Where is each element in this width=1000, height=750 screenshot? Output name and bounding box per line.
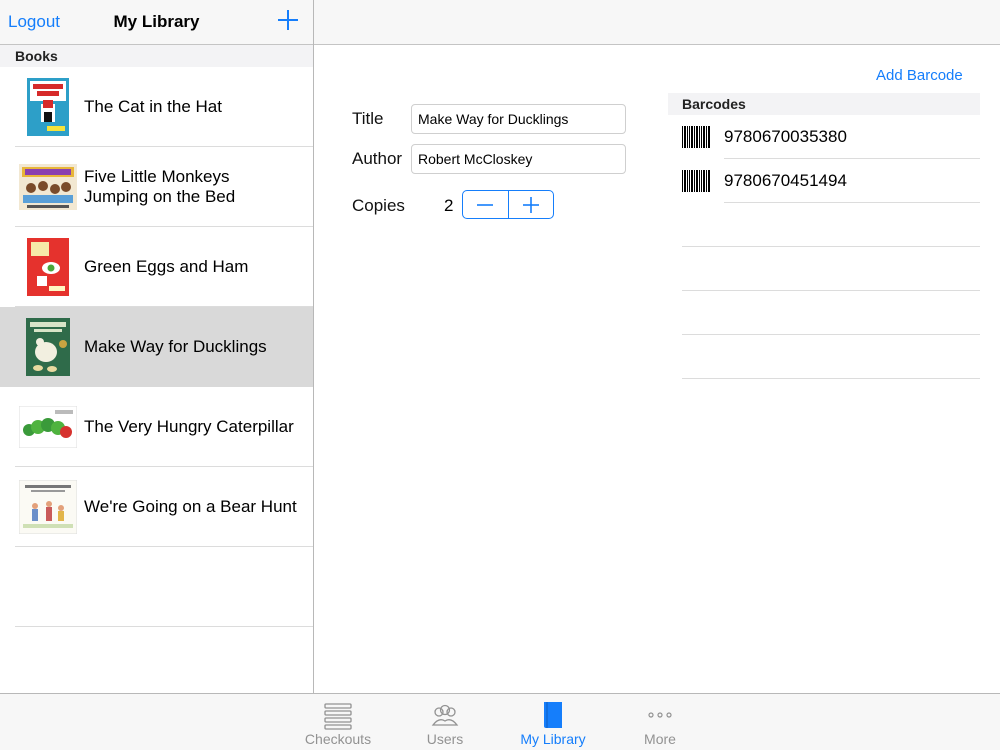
barcode-icon xyxy=(682,126,710,148)
book-icon xyxy=(544,702,562,728)
list-icon xyxy=(324,703,352,730)
row-separator xyxy=(682,378,980,379)
barcode-icon xyxy=(682,170,710,192)
more-icon xyxy=(648,712,672,718)
tab-label: Checkouts xyxy=(304,731,372,747)
barcode-number: 9780670451494 xyxy=(724,171,847,190)
sidebar-navigation-bar: Logout My Library xyxy=(0,0,313,45)
empty-barcode-row xyxy=(682,291,980,335)
books-section-header: Books xyxy=(0,45,313,67)
minus-icon xyxy=(477,203,494,206)
plus-icon xyxy=(278,10,298,30)
book-row-green-eggs-and-ham[interactable]: Green Eggs and Ham xyxy=(0,227,313,307)
barcodes-section-header: Barcodes xyxy=(668,93,980,115)
copies-value: 2 xyxy=(444,196,454,215)
book-title: Make Way for Ducklings xyxy=(84,337,267,356)
book-list: The Cat in the Hat Five Little Monkeys J… xyxy=(0,67,313,627)
logout-button[interactable]: Logout xyxy=(8,12,60,32)
barcode-number: 9780670035380 xyxy=(724,127,847,146)
add-barcode-button[interactable]: Add Barcode xyxy=(876,67,963,84)
book-title: Five Little Monkeys Jumping on the Bed xyxy=(84,167,236,206)
title-label: Title xyxy=(352,109,384,128)
tab-my-library[interactable]: My Library xyxy=(508,694,598,750)
library-sidebar: Logout My Library Books The Cat in the H… xyxy=(0,0,314,693)
tab-checkouts[interactable]: Checkouts xyxy=(293,694,383,750)
book-cover-five-little-monkeys xyxy=(18,157,77,217)
book-title: The Cat in the Hat xyxy=(84,97,222,116)
author-label: Author xyxy=(352,149,403,168)
title-field[interactable] xyxy=(411,104,626,134)
barcode-row[interactable]: 9780670035380 xyxy=(682,115,980,159)
tab-label: My Library xyxy=(520,731,586,747)
barcode-list: 9780670035380 9780670451494 xyxy=(682,115,980,379)
decrement-copies-button[interactable] xyxy=(463,191,508,218)
book-row-five-little-monkeys[interactable]: Five Little Monkeys Jumping on the Bed xyxy=(0,147,313,227)
book-cover-bear-hunt xyxy=(18,477,77,537)
book-title: We're Going on a Bear Hunt xyxy=(84,497,297,516)
book-cover-cat-in-the-hat xyxy=(18,77,77,137)
copies-label: Copies xyxy=(352,196,405,215)
empty-barcode-row xyxy=(682,335,980,379)
book-row-very-hungry-caterpillar[interactable]: The Very Hungry Caterpillar xyxy=(0,387,313,467)
tab-users[interactable]: Users xyxy=(400,694,490,750)
tab-more[interactable]: More xyxy=(615,694,705,750)
book-cover-make-way-for-ducklings xyxy=(18,317,77,377)
empty-row xyxy=(0,547,313,627)
author-field[interactable] xyxy=(411,144,626,174)
users-icon xyxy=(431,704,459,726)
plus-icon xyxy=(522,196,539,213)
empty-barcode-row xyxy=(682,203,980,247)
tab-bar: Checkouts Users My Library More xyxy=(0,693,1000,750)
copies-stepper xyxy=(462,190,554,219)
book-title: The Very Hungry Caterpillar xyxy=(84,417,294,436)
tab-label: More xyxy=(644,731,676,747)
detail-navigation-bar xyxy=(314,0,1000,45)
barcode-row[interactable]: 9780670451494 xyxy=(682,159,980,203)
row-separator xyxy=(15,626,313,627)
book-cover-very-hungry-caterpillar xyxy=(18,397,77,457)
book-detail-pane: Add Barcode Title Author Copies 2 Barcod… xyxy=(314,45,1000,693)
book-row-bear-hunt[interactable]: We're Going on a Bear Hunt xyxy=(0,467,313,547)
empty-barcode-row xyxy=(682,247,980,291)
book-row-cat-in-the-hat[interactable]: The Cat in the Hat xyxy=(0,67,313,147)
book-cover-green-eggs-and-ham xyxy=(18,237,77,297)
increment-copies-button[interactable] xyxy=(509,191,554,218)
tab-label: Users xyxy=(426,731,464,747)
book-title: Green Eggs and Ham xyxy=(84,257,249,276)
book-row-make-way-for-ducklings[interactable]: Make Way for Ducklings xyxy=(0,307,313,387)
add-book-button[interactable] xyxy=(277,9,299,31)
